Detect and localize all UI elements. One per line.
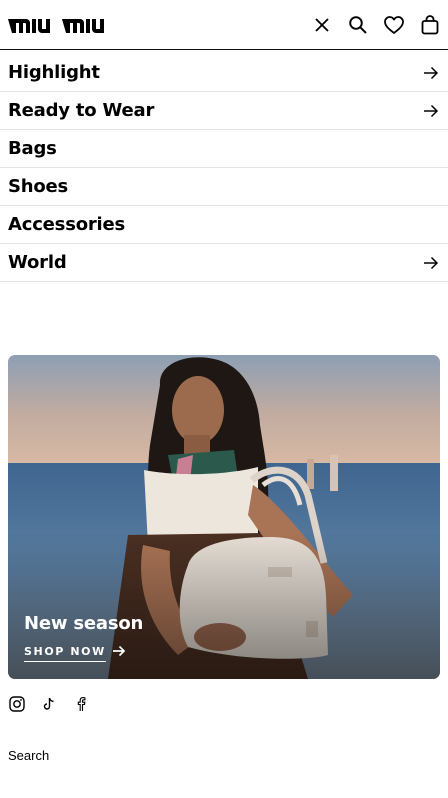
menu-item-bags[interactable]: Bags xyxy=(0,130,448,168)
menu-item-label: Bags xyxy=(8,138,57,159)
menu-item-label: Highlight xyxy=(8,62,100,83)
menu-item-highlight[interactable]: Highlight xyxy=(0,54,448,92)
arrow-right-icon xyxy=(423,65,439,81)
menu-item-label: Accessories xyxy=(8,214,126,235)
shop-now-link[interactable]: SHOP NOW xyxy=(24,644,126,662)
header xyxy=(0,0,448,50)
menu-item-accessories[interactable]: Accessories xyxy=(0,206,448,244)
facebook-icon[interactable] xyxy=(72,695,90,713)
new-season-banner[interactable]: New season SHOP NOW xyxy=(8,355,440,679)
brand-logo[interactable] xyxy=(8,12,108,38)
shop-now-label: SHOP NOW xyxy=(24,645,106,662)
menu-item-world[interactable]: World xyxy=(0,244,448,282)
arrow-right-icon xyxy=(423,103,439,119)
search-icon[interactable] xyxy=(346,13,370,37)
tiktok-icon[interactable] xyxy=(40,695,58,713)
arrow-right-icon xyxy=(423,255,439,271)
footer-search-link[interactable]: Search xyxy=(8,748,49,763)
social-links xyxy=(8,695,90,713)
banner-title: New season xyxy=(24,613,144,634)
close-icon[interactable] xyxy=(310,13,334,37)
main-menu: Highlight Ready to Wear Bags Shoes Acces… xyxy=(0,54,448,282)
menu-item-label: Ready to Wear xyxy=(8,100,155,121)
menu-item-label: World xyxy=(8,252,67,273)
arrow-right-icon xyxy=(112,644,126,662)
heart-icon[interactable] xyxy=(382,13,406,37)
menu-item-ready-to-wear[interactable]: Ready to Wear xyxy=(0,92,448,130)
instagram-icon[interactable] xyxy=(8,695,26,713)
menu-item-shoes[interactable]: Shoes xyxy=(0,168,448,206)
menu-item-label: Shoes xyxy=(8,176,69,197)
bag-icon[interactable] xyxy=(418,13,442,37)
